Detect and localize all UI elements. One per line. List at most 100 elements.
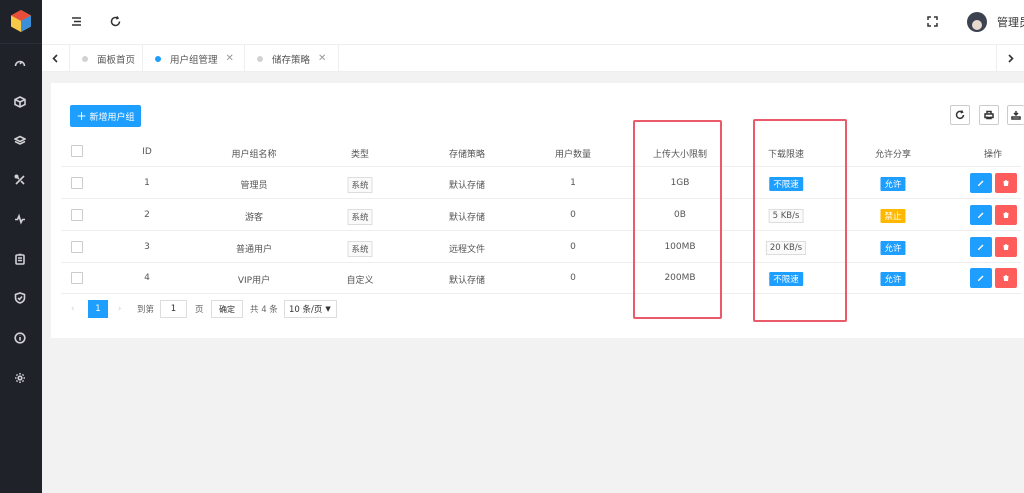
delete-button[interactable] <box>995 173 1017 193</box>
tab-dot <box>155 55 161 62</box>
tab-label: 面板首页 <box>97 54 136 66</box>
tools-icon[interactable] <box>11 171 29 189</box>
edit-button[interactable] <box>970 173 992 193</box>
delete-button[interactable] <box>995 237 1017 257</box>
cell-name: VIP用户 <box>237 276 271 286</box>
column-header-type[interactable]: 类型 <box>351 147 369 160</box>
type-text: 自定义 <box>346 276 374 286</box>
row-checkbox[interactable] <box>71 209 83 221</box>
app-logo[interactable] <box>9 9 33 33</box>
top-header: 管理员 <box>42 0 1024 44</box>
avatar[interactable] <box>967 12 987 32</box>
tab-dashboard[interactable]: 面板首页 <box>70 45 143 72</box>
info-icon[interactable] <box>11 329 29 347</box>
user-group-card: + 新增用户组 ID 用户组名称 类型 存储策略 用户数量 上传大小限制 下载限… <box>51 83 1024 338</box>
trash-icon <box>1003 180 1009 186</box>
cell-id: 3 <box>144 242 150 252</box>
trash-icon <box>1003 244 1009 250</box>
share-badge: 允许 <box>880 272 906 286</box>
refresh-icon <box>955 110 965 120</box>
pager-page-label: 页 <box>195 305 204 315</box>
tab-bar: 面板首页 用户组管理 ✕ 储存策略 ✕ <box>42 44 1024 72</box>
column-header-policy[interactable]: 存储策略 <box>449 147 485 160</box>
edit-button[interactable] <box>970 237 992 257</box>
column-header-allow-share[interactable]: 允许分享 <box>875 147 911 160</box>
chevron-down-icon: ▼ <box>325 305 331 313</box>
plus-icon: + <box>76 109 87 123</box>
tab-next-icon[interactable] <box>996 45 1024 72</box>
tab-dot <box>82 55 88 62</box>
pencil-icon <box>978 180 984 186</box>
tab-dot <box>257 55 263 62</box>
pager-goto-input[interactable]: 1 <box>160 300 187 318</box>
activity-icon[interactable] <box>11 210 29 228</box>
cube-icon[interactable] <box>11 93 29 111</box>
row-checkbox[interactable] <box>71 177 83 189</box>
pager-total: 共 4 条 <box>250 305 278 315</box>
pencil-icon <box>978 244 984 250</box>
delete-button[interactable] <box>995 268 1017 288</box>
dashboard-icon[interactable] <box>11 54 29 72</box>
cell-policy: 默认存储 <box>448 181 486 191</box>
print-button[interactable] <box>979 105 999 125</box>
cell-id: 2 <box>144 210 150 220</box>
tab-storage-policy[interactable]: 储存策略 ✕ <box>245 45 339 72</box>
settings-icon[interactable] <box>11 369 29 387</box>
cell-user-count: 0 <box>570 242 576 252</box>
layers-icon[interactable] <box>11 132 29 150</box>
pager-size-select[interactable]: 10 条/页 ▼ <box>284 300 337 318</box>
delete-button[interactable] <box>995 205 1017 225</box>
cell-user-count: 1 <box>570 178 576 188</box>
type-tag: 系统 <box>347 177 373 193</box>
table-refresh-button[interactable] <box>950 105 970 125</box>
trash-icon <box>1003 212 1009 218</box>
type-tag: 系统 <box>347 209 373 225</box>
column-header-actions: 操作 <box>983 150 1003 160</box>
pager-page-1[interactable]: 1 <box>88 300 108 318</box>
menu-toggle-icon[interactable] <box>68 13 84 29</box>
highlight-upload-limit <box>633 120 722 319</box>
share-badge: 允许 <box>880 241 906 255</box>
cell-policy: 远程文件 <box>448 245 486 255</box>
refresh-icon[interactable] <box>107 13 123 29</box>
cell-name: 普通用户 <box>235 245 273 255</box>
export-icon <box>1011 111 1021 120</box>
tab-user-groups[interactable]: 用户组管理 ✕ <box>143 45 245 72</box>
export-button[interactable] <box>1007 105 1024 125</box>
select-all-checkbox[interactable] <box>71 145 83 157</box>
type-tag: 系统 <box>347 241 373 257</box>
column-header-id[interactable]: ID <box>142 147 152 157</box>
pencil-icon <box>978 275 984 281</box>
cell-user-count: 0 <box>570 273 576 283</box>
cell-name: 管理员 <box>240 181 268 191</box>
column-header-name[interactable]: 用户组名称 <box>231 147 276 160</box>
column-header-user-count[interactable]: 用户数量 <box>555 147 591 160</box>
pager-size-value: 10 条/页 <box>289 305 323 315</box>
pager-next-icon[interactable]: › <box>118 300 121 318</box>
tab-label: 储存策略 <box>272 54 311 66</box>
print-icon <box>984 110 994 120</box>
cell-policy: 默认存储 <box>448 213 486 223</box>
cell-id: 1 <box>144 178 150 188</box>
close-icon[interactable]: ✕ <box>226 53 234 64</box>
cell-user-count: 0 <box>570 210 576 220</box>
username[interactable]: 管理员 <box>997 14 1024 30</box>
add-user-group-button[interactable]: + 新增用户组 <box>70 105 141 127</box>
pager-prev-icon[interactable]: ‹ <box>71 300 74 318</box>
cell-name: 游客 <box>244 213 264 223</box>
tab-prev-icon[interactable] <box>42 45 70 72</box>
trash-icon <box>1003 275 1009 281</box>
add-button-label: 新增用户组 <box>89 112 135 123</box>
fullscreen-icon[interactable] <box>924 13 940 29</box>
cell-id: 4 <box>144 273 150 283</box>
pager-goto-label: 到第 <box>137 305 155 315</box>
row-checkbox[interactable] <box>71 241 83 253</box>
clipboard-icon[interactable] <box>11 250 29 268</box>
close-icon[interactable]: ✕ <box>318 53 326 64</box>
row-checkbox[interactable] <box>71 272 83 284</box>
edit-button[interactable] <box>970 205 992 225</box>
pencil-icon <box>978 212 984 218</box>
pager-confirm-button[interactable]: 确定 <box>211 300 243 318</box>
edit-button[interactable] <box>970 268 992 288</box>
shield-icon[interactable] <box>11 289 29 307</box>
